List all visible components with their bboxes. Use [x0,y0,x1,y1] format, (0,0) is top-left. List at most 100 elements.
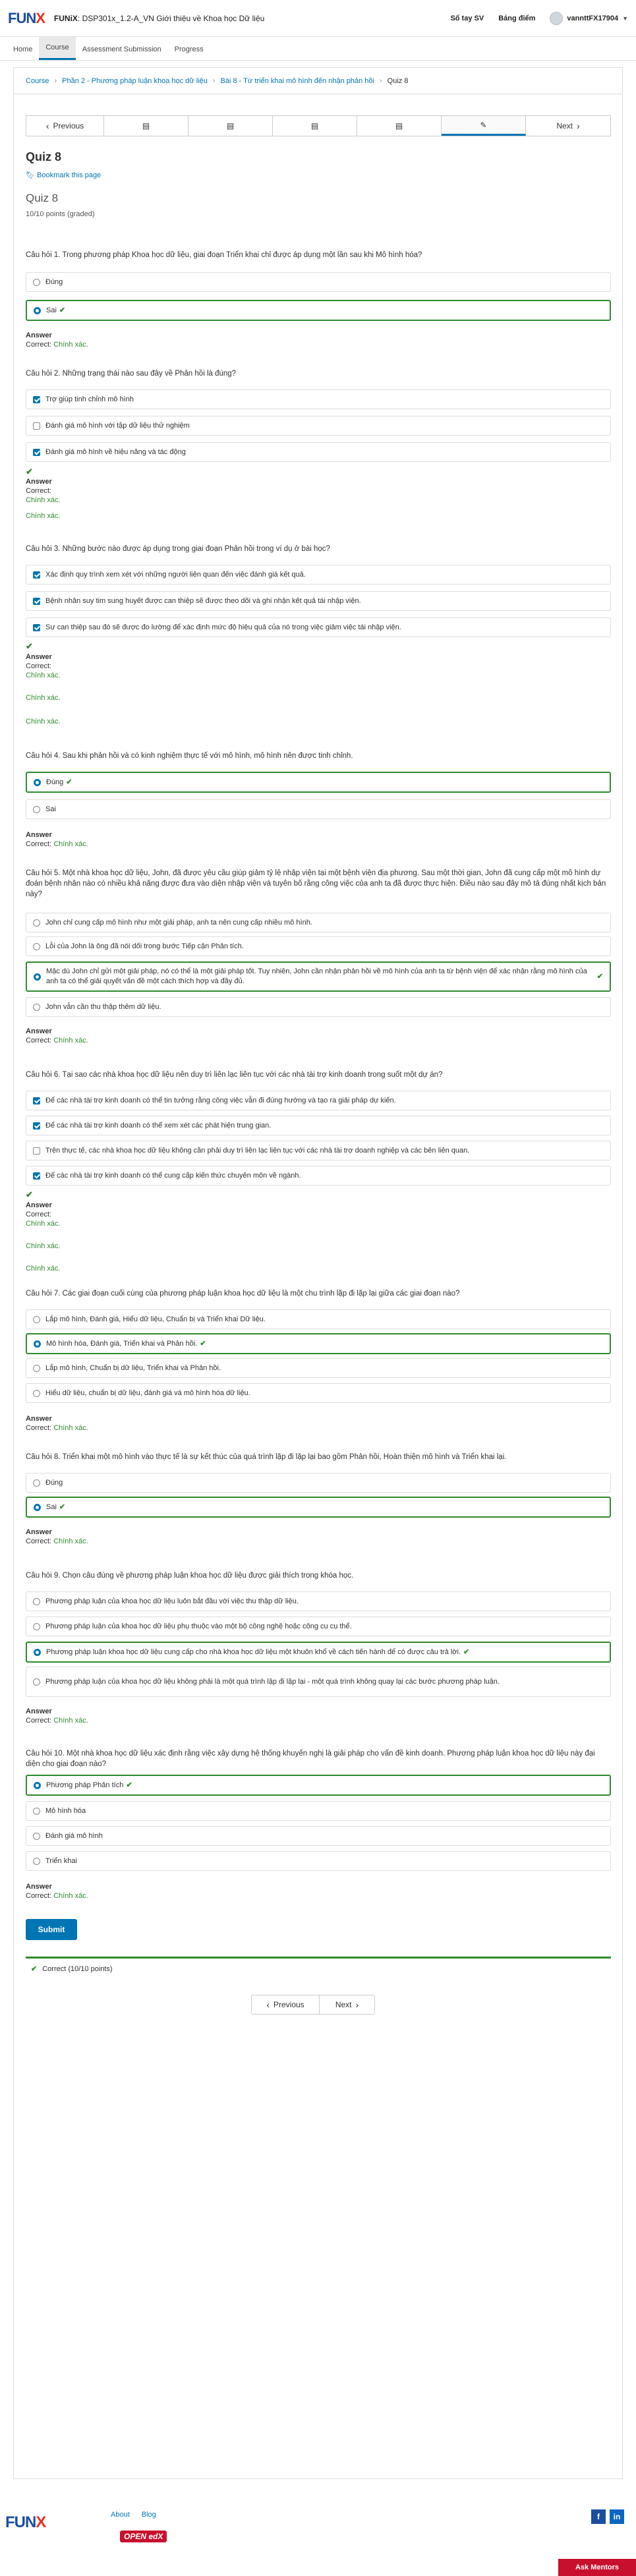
answer-option[interactable]: Sai ✔ [26,1497,611,1518]
tab-home[interactable]: Home [7,45,39,60]
answer-option[interactable]: Mô hình hóa, Đánh giá, Triển khai và Phả… [26,1333,611,1354]
openedx-logo[interactable]: OPEN edX [120,2531,167,2542]
correct-value: Chính xác. [26,1242,61,1250]
radio-button[interactable] [34,778,41,786]
answer-option[interactable]: Bệnh nhân suy tim sung huyết được can th… [26,591,611,611]
breadcrumb-course[interactable]: Course [26,77,49,85]
answer-option[interactable]: Mặc dù John chỉ gửi một giải pháp, nó có… [26,961,611,992]
radio-button[interactable] [33,1678,40,1686]
radio-button[interactable] [33,1857,40,1865]
breadcrumb-section[interactable]: Phần 2 - Phương pháp luận khoa học dữ li… [62,77,208,85]
radio-button[interactable] [34,1781,41,1789]
answer-option[interactable]: Mô hình hóa [26,1801,611,1821]
answer-option[interactable]: Lắp mô hình, Đánh giá, Hiểu dữ liệu, Chu… [26,1309,611,1329]
radio-button[interactable] [33,1622,40,1630]
answer-option[interactable]: Trợ giúp tinh chỉnh mô hình [26,389,611,409]
answer-option[interactable]: Để các nhà tài trợ kinh doanh có thể cun… [26,1166,611,1186]
answer-option[interactable]: Phương pháp luận của khoa học dữ liệu lu… [26,1591,611,1611]
radio-button[interactable] [33,1597,40,1605]
answer-option[interactable]: Đánh giá mô hình về hiệu năng và tác độn… [26,442,611,462]
tab-progress[interactable]: Progress [168,45,210,60]
answer-option[interactable]: Đúng [26,272,611,292]
radio-button[interactable] [33,805,40,813]
checkbox[interactable] [33,1172,40,1180]
breadcrumb-subsection[interactable]: Bài 8 - Từ triển khai mô hình đến nhận p… [221,77,374,85]
checkbox[interactable] [33,597,40,605]
answer-option[interactable]: Phương pháp luận khoa học dữ liệu cung c… [26,1642,611,1663]
question-text: Câu hỏi 4. Sau khi phản hồi và có kinh n… [26,752,353,760]
checkbox[interactable] [33,395,40,403]
answer-option[interactable]: Lắp mô hình, Chuẩn bị dữ liệu, Triển kha… [26,1358,611,1378]
about-link[interactable]: About [111,2511,130,2519]
footer-logo[interactable]: FUNX [5,2513,46,2532]
user-menu[interactable]: vannttFX17904 ▼ [550,11,628,25]
tab-course[interactable]: Course [39,37,76,60]
edit-icon: ✎ [480,120,487,130]
option-label: Đúng [46,778,64,786]
radio-button[interactable] [33,1389,40,1397]
checkbox[interactable] [33,1147,40,1155]
answer-option[interactable]: John vẫn cần thu thập thêm dữ liệu. [26,997,611,1017]
radio-button[interactable] [33,1315,40,1323]
answer-option[interactable]: Đúng [26,1473,611,1493]
checkbox[interactable] [33,422,40,430]
checkbox[interactable] [33,1122,40,1130]
checkbox[interactable] [33,448,40,456]
answer-option[interactable]: Triển khai [26,1851,611,1871]
sequence-tab-1[interactable]: ▤ [104,116,188,136]
sequence-tab-2[interactable]: ▤ [188,116,273,136]
blog-link[interactable]: Blog [142,2511,156,2519]
answer-option[interactable]: Để các nhà tài trợ kinh doanh có thể xem… [26,1116,611,1135]
sequence-tab-4[interactable]: ▤ [357,116,442,136]
radio-button[interactable] [34,1503,41,1511]
sequence-previous-button[interactable]: ‹ Previous [26,116,104,136]
radio-button[interactable] [33,942,40,950]
answer-option[interactable]: Đánh giá mô hình [26,1826,611,1846]
sequence-tab-3[interactable]: ▤ [273,116,357,136]
radio-button[interactable] [33,1832,40,1840]
checkbox[interactable] [33,623,40,631]
radio-button[interactable] [33,1479,40,1487]
funix-logo[interactable]: FUNX [8,10,45,27]
bottom-next-button[interactable]: Next › [320,1995,375,2015]
option-label: Lắp mô hình, Chuẩn bị dữ liệu, Triển kha… [45,1363,221,1372]
answer-option[interactable]: Phương pháp luận của khoa học dữ liệu ph… [26,1617,611,1636]
submit-button[interactable]: Submit [26,1919,77,1940]
radio-button[interactable] [33,1364,40,1372]
bottom-previous-button[interactable]: ‹ Previous [251,1995,320,2015]
answer-option[interactable]: John chỉ cung cấp mô hình như một giải p… [26,913,611,932]
radio-button[interactable] [33,919,40,927]
answer-option[interactable]: Phương pháp Phân tích ✔ [26,1775,611,1796]
radio-button[interactable] [33,1807,40,1815]
radio-button[interactable] [34,306,41,314]
sequence-tab-5[interactable]: ✎ [442,116,526,136]
answer-option[interactable]: Sai [26,799,611,819]
linkedin-icon[interactable]: in [610,2509,624,2524]
answer-option[interactable]: Đánh giá mô hình với tập dữ liệu thử ngh… [26,416,611,436]
checkbox[interactable] [33,1097,40,1104]
answer-option[interactable]: Đúng ✔ [26,772,611,793]
facebook-icon[interactable]: f [591,2509,606,2524]
radio-button[interactable] [33,1003,40,1011]
checkmark-icon: ✔ [596,972,603,981]
handbook-link[interactable]: Sổ tay SV [450,14,484,22]
answer-option[interactable]: Trên thực tế, các nhà khoa học dữ liệu k… [26,1141,611,1160]
answer-option[interactable]: Phương pháp luận của khoa học dữ liệu kh… [26,1667,611,1697]
radio-button[interactable] [34,1340,41,1348]
radio-button[interactable] [34,1648,41,1656]
bookmark-button[interactable]: 🔖︎ Bookmark this page [26,171,101,179]
ask-mentors-button[interactable]: Ask Mentors [558,2559,636,2576]
answer-option[interactable]: Để các nhà tài trợ kinh doanh có thể tin… [26,1091,611,1110]
answer-option[interactable]: Sự can thiệp sau đó sẽ được đo lường để … [26,617,611,637]
option-label: Trên thực tế, các nhà khoa học dữ liệu k… [45,1146,470,1155]
radio-button[interactable] [33,278,40,286]
tab-assessment-submission[interactable]: Assessment Submission [76,45,168,60]
answer-option[interactable]: Xác định quy trình xem xét với những ngư… [26,565,611,585]
radio-button[interactable] [34,973,41,981]
answer-option[interactable]: Sai ✔ [26,300,611,321]
checkbox[interactable] [33,571,40,579]
answer-option[interactable]: Lỗi của John là ông đã nói dối trong bướ… [26,936,611,956]
answer-option[interactable]: Hiểu dữ liệu, chuẩn bị dữ liệu, đánh giá… [26,1383,611,1403]
sequence-next-button[interactable]: Next › [526,116,610,136]
gradebook-link[interactable]: Bảng điểm [498,14,535,22]
